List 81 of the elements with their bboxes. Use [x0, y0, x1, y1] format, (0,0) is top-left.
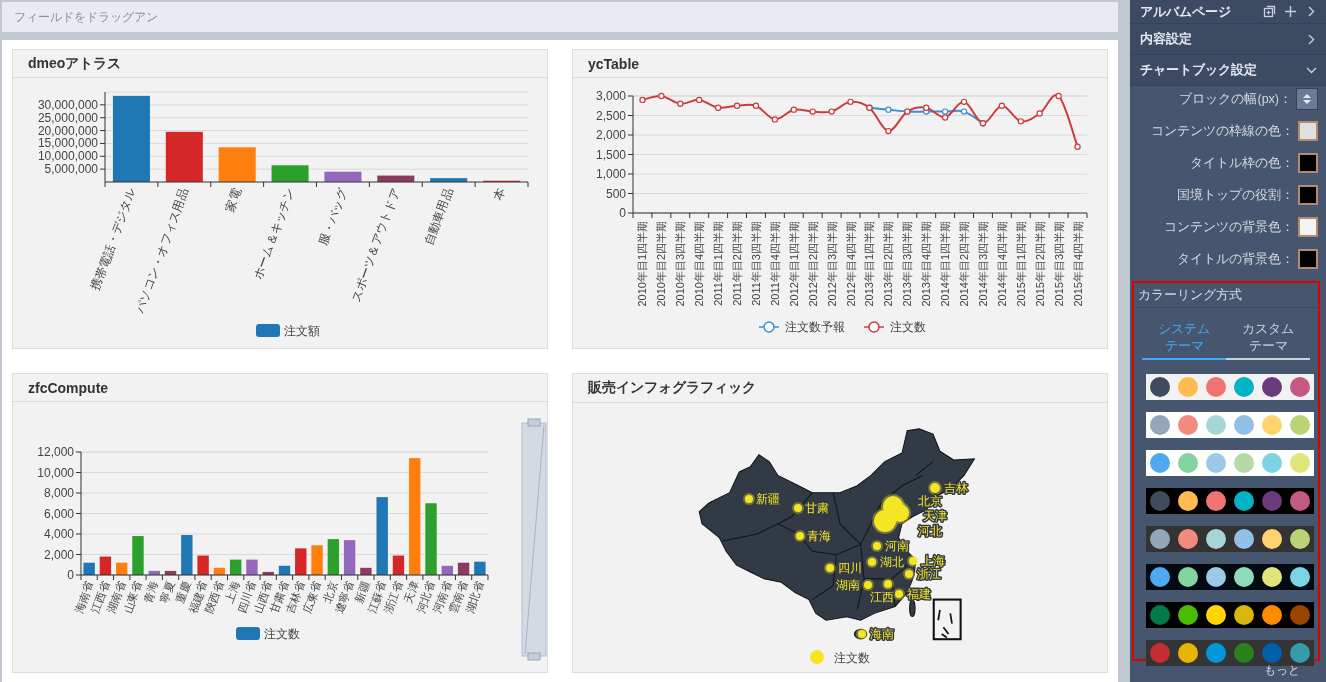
axis-label: 2011年目1四半期 [712, 221, 725, 306]
axis-label: 0 [619, 206, 626, 220]
legend-label: 注文数予報 [785, 320, 845, 334]
axis-label: 2013年目2四半期 [882, 221, 895, 307]
setting-label: ブロックの幅(px)： [1179, 90, 1292, 108]
axis-label: 2014年目3四半期 [976, 221, 989, 307]
axis-label: 自動車用品 [421, 186, 456, 248]
legend-label: 注文額 [284, 324, 320, 338]
setting-label: タイトル枠の色： [1190, 154, 1294, 172]
drop-hint: フィールドをドラッグアン [14, 8, 158, 26]
axis-label: 2010年目1四半期 [636, 221, 649, 307]
setting-label: コンテンツの背景色： [1164, 218, 1294, 236]
map-label: 天津 [923, 508, 947, 523]
map-label: 河北 [918, 523, 942, 538]
axis-label: 2013年目4四半期 [920, 221, 933, 307]
axis-label: 2014年目1四半期 [939, 221, 952, 307]
axis-label: 10,000,000 [37, 149, 98, 164]
axis-label: 2010年目4四半期 [693, 221, 706, 307]
axis-label: 3,000 [595, 89, 626, 103]
axis-label: 8,000 [43, 486, 74, 500]
axis-label: 0 [67, 568, 74, 582]
map-label: 湖北 [880, 554, 904, 569]
map-label: 甘粛 [805, 500, 829, 515]
axis-label: 2010年目2四半期 [655, 221, 668, 307]
axis-label: 2015年目1四半期 [1014, 221, 1027, 307]
axis-label: 服・バッグ [316, 186, 350, 248]
map-label: 四川 [838, 560, 862, 575]
setting-label: コンテンツの枠線の色： [1151, 122, 1294, 140]
axis-label: 500 [605, 186, 626, 201]
axis-label: 6,000 [43, 506, 74, 521]
axis-label: 2014年目2四半期 [958, 221, 971, 307]
axis-label: 本 [491, 186, 509, 203]
axis-label: 2015年目2四半期 [1033, 221, 1046, 307]
legend-label: 注文数 [890, 320, 926, 334]
axis-label: 20,000,000 [37, 123, 98, 138]
map-label: 浙江 [917, 566, 941, 581]
map-label: 江西 [870, 589, 894, 604]
axis-label: 2,000 [595, 128, 626, 142]
axis-label: 25,000,000 [37, 110, 98, 125]
axis-label: 4,000 [43, 527, 74, 541]
setting-label: タイトルの背景色： [1177, 250, 1294, 268]
axis-label: 15,000,000 [37, 136, 98, 151]
card-title: 販売インフォグラフィック [588, 378, 756, 397]
axis-label: 5,000,000 [44, 162, 98, 177]
axis-label: 1,500 [595, 147, 626, 162]
axis-label: 2015年目3四半期 [1052, 221, 1065, 307]
axis-label: 2012年目3四半期 [825, 221, 838, 307]
axis-label: 2,500 [595, 108, 626, 123]
map-label: 湖南 [836, 577, 860, 592]
axis-label: 12,000 [37, 445, 74, 459]
axis-label: 10,000 [37, 465, 74, 480]
axis-label: 2015年目4四半期 [1071, 221, 1084, 307]
axis-label: 2011年目3四半期 [749, 221, 762, 306]
legend-label: 注文数 [264, 627, 300, 641]
setting-label: 国境トップの役割： [1177, 186, 1294, 204]
legend-label: 注文数 [834, 650, 870, 665]
card-title: dmeoアトラス [28, 54, 122, 73]
axis-label: 2011年目2四半期 [731, 221, 744, 306]
axis-label: 2012年目1四半期 [787, 221, 800, 307]
axis-label: 2012年目4四半期 [844, 221, 857, 307]
axis-label: 1,000 [595, 167, 626, 181]
map-label: 海南 [870, 626, 894, 641]
axis-label: 2014年目4四半期 [995, 221, 1008, 307]
map-label: 新疆 [756, 491, 780, 506]
axis-label: 携帯電話・デジタル [88, 186, 139, 293]
axis-label: 2011年目4四半期 [768, 221, 781, 306]
axis-label: 2013年目3四半期 [901, 221, 914, 307]
axis-label: 2013年目1四半期 [863, 221, 876, 307]
axis-label: スポーツ＆アウトドア [348, 186, 403, 304]
card-title: ycTable [588, 55, 640, 72]
map-label: 上海 [921, 553, 945, 568]
map-label: 福建 [907, 586, 931, 601]
axis-label: ホーム＆キッチン [250, 186, 297, 282]
axis-label: 2010年目3四半期 [674, 221, 687, 307]
axis-label: 家電 [222, 186, 244, 214]
card-title: zfcCompute [28, 379, 109, 396]
axis-label: 2,000 [43, 547, 74, 562]
axis-label: 2012年目2四半期 [806, 221, 819, 307]
section-title: カラーリング方式 [1138, 287, 1242, 302]
map-label: 青海 [807, 528, 831, 543]
axis-label: 30,000,000 [37, 97, 98, 112]
